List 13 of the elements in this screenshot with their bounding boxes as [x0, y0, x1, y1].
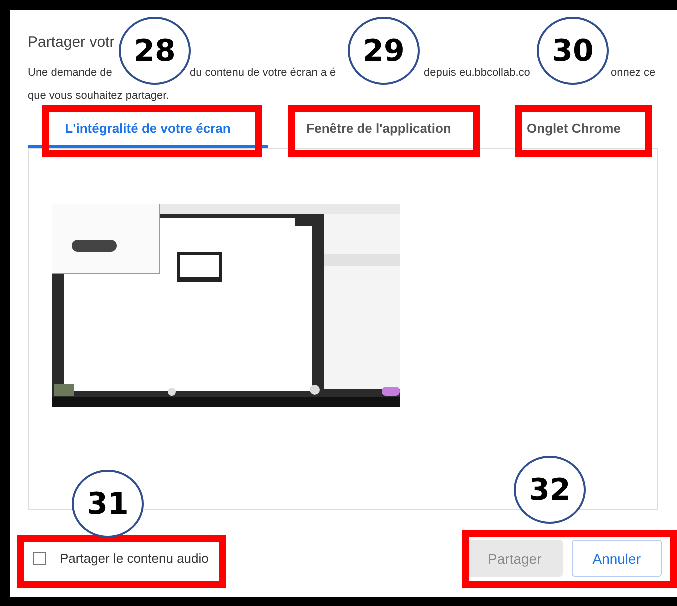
tab[interactable]: Fenêtre de l'application: [268, 106, 490, 148]
screen-thumbnail-drawing[interactable]: [52, 204, 400, 407]
tab[interactable]: L'intégralité de votre écran: [28, 106, 268, 148]
tab[interactable]: Onglet Chrome: [490, 106, 658, 148]
description-text: Une demande de: [28, 67, 112, 79]
description-text: que vous souhaitez partager.: [28, 90, 170, 102]
dialog-title: Partager votr: [28, 34, 115, 53]
checkbox[interactable]: [33, 552, 46, 565]
description-text: depuis eu.bbcollab.co: [424, 67, 530, 79]
checkbox-label: Partager le contenu audio: [60, 551, 209, 566]
cancel-button[interactable]: Annuler: [572, 540, 662, 577]
description-text: onnez ce: [611, 67, 656, 79]
description-text: du contenu de votre écran a é: [190, 67, 336, 79]
